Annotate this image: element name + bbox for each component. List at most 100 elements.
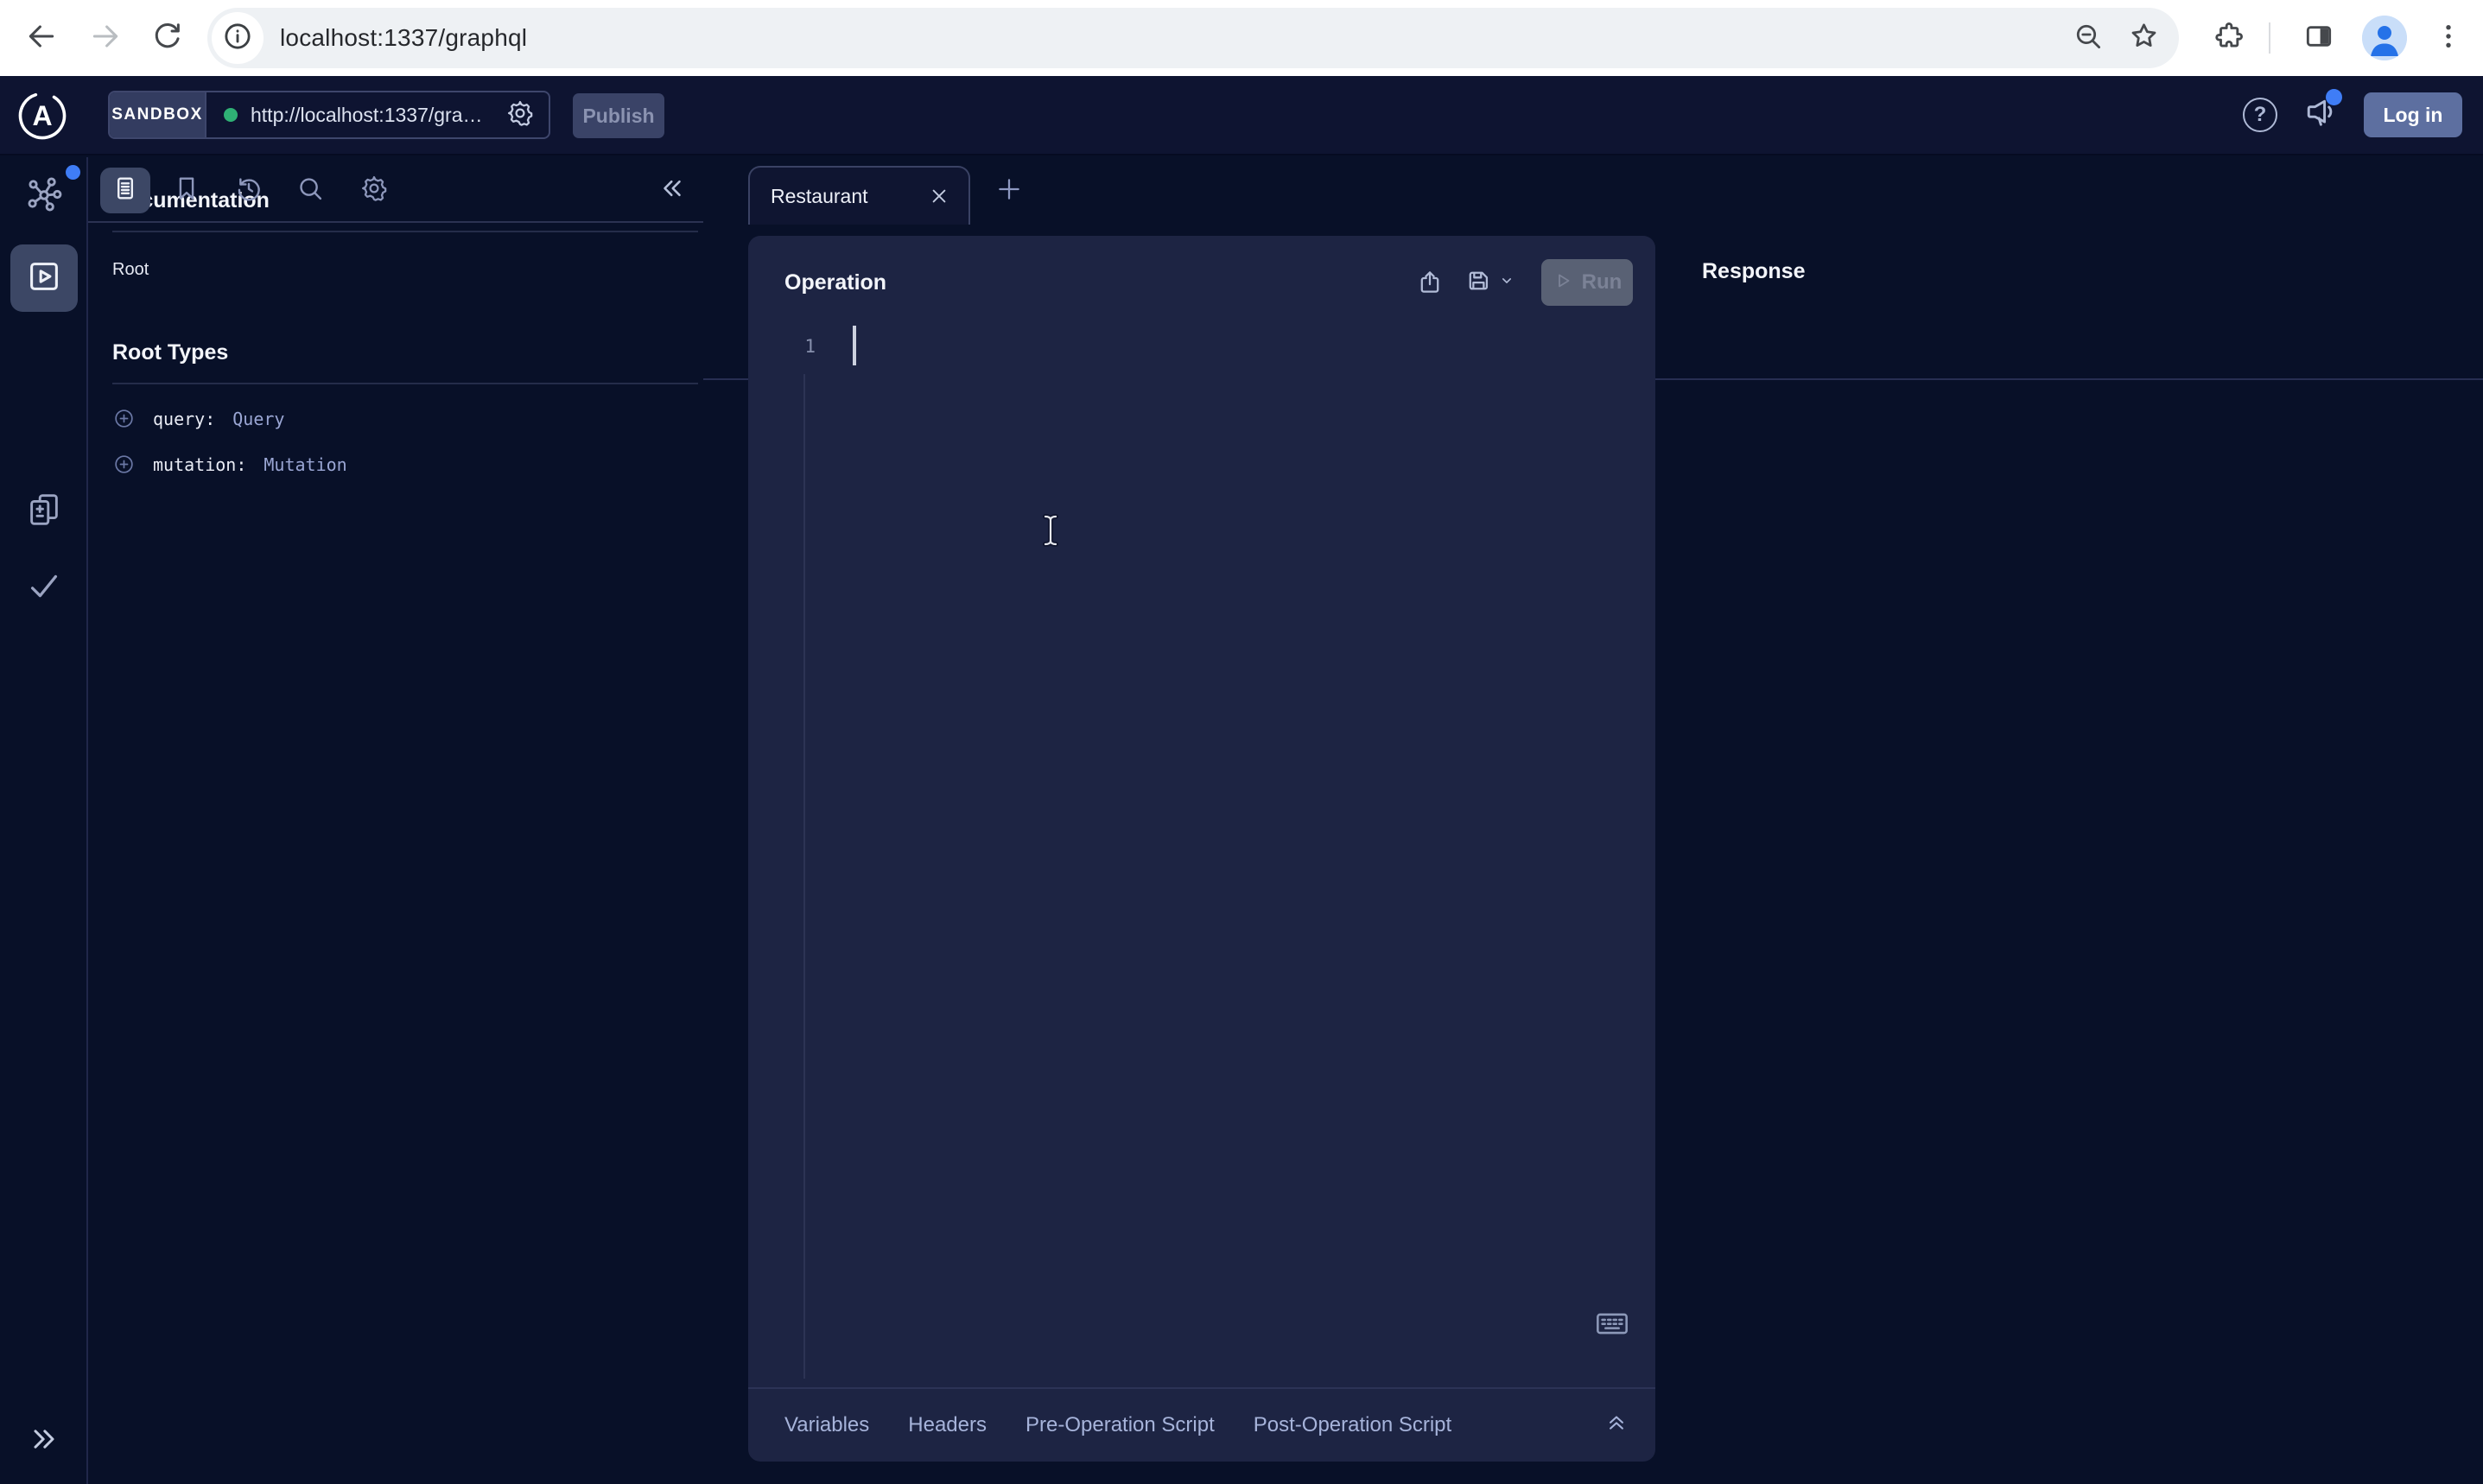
browser-toolbar: localhost:1337/graphql — [0, 0, 2483, 76]
app-screen: localhost:1337/graphql A SANDBOX — [0, 0, 2483, 1484]
share-operation-button[interactable] — [1415, 268, 1445, 297]
page-info-icon — [221, 20, 254, 57]
sandbox-badge: SANDBOX — [110, 92, 206, 137]
endpoint-input[interactable]: http://localhost:1337/gra… — [206, 92, 549, 137]
gear-icon — [505, 98, 535, 132]
apollo-logo[interactable]: A — [17, 91, 67, 141]
side-panel-button[interactable] — [2300, 19, 2338, 57]
line-number: 1 — [748, 327, 816, 365]
field-type-link[interactable]: Mutation — [264, 454, 346, 475]
bookmark-star-icon[interactable] — [2128, 20, 2160, 56]
field-name: mutation: — [153, 454, 246, 475]
docs-toolbar — [88, 157, 703, 223]
checkmark-icon — [24, 566, 64, 610]
save-floppy-icon — [1464, 266, 1493, 300]
run-button[interactable]: Run — [1541, 259, 1633, 306]
side-panel-icon — [2302, 20, 2335, 57]
sidebar-item-checks[interactable] — [0, 554, 88, 621]
sidebar-item-changelog[interactable] — [0, 478, 88, 545]
keyboard-icon — [1594, 1309, 1630, 1342]
expand-mutation-button[interactable] — [112, 453, 136, 476]
tab-restaurant[interactable]: Restaurant — [748, 166, 970, 225]
expand-dock-button[interactable] — [1603, 1411, 1629, 1441]
operation-dock: Variables Headers Pre-Operation Script P… — [748, 1387, 1655, 1462]
extensions-button[interactable] — [2210, 19, 2248, 57]
chevrons-right-icon — [27, 1422, 61, 1461]
save-menu-chevron-icon — [1498, 272, 1515, 294]
chevrons-up-icon — [1603, 1411, 1629, 1441]
divider — [112, 231, 698, 232]
dock-tab-variables[interactable]: Variables — [784, 1413, 869, 1437]
docs-root-item[interactable]: Root — [112, 260, 149, 280]
question-mark-icon: ? — [2254, 103, 2267, 127]
history-clock-icon — [234, 174, 264, 207]
divider — [112, 383, 698, 384]
field-type-link[interactable]: Query — [232, 409, 284, 429]
dock-tab-post-operation-script[interactable]: Post-Operation Script — [1254, 1413, 1451, 1437]
docs-tab-bookmarks[interactable] — [164, 168, 209, 212]
sidebar-item-explorer-active[interactable] — [10, 244, 78, 312]
endpoint-group: SANDBOX http://localhost:1337/gra… — [108, 91, 550, 139]
field-name: query: — [153, 409, 215, 429]
response-title: Response — [1702, 259, 1805, 284]
operation-title: Operation — [784, 270, 886, 295]
expand-query-button[interactable] — [112, 407, 136, 430]
reload-icon — [151, 20, 184, 57]
save-operation-button[interactable] — [1464, 266, 1515, 300]
close-tab-button[interactable] — [927, 184, 951, 208]
text-cursor-pointer — [1038, 513, 1063, 548]
whats-new-button[interactable] — [2302, 94, 2340, 136]
back-icon — [25, 20, 58, 57]
docs-tab-settings[interactable] — [352, 168, 397, 212]
kebab-menu-icon — [2432, 20, 2465, 57]
expand-rail-button[interactable] — [0, 1415, 88, 1467]
help-button[interactable]: ? — [2243, 98, 2277, 132]
profile-avatar[interactable] — [2362, 16, 2407, 60]
page-info-button[interactable] — [212, 12, 264, 64]
operation-editor[interactable]: 1 — [748, 319, 1655, 1387]
search-icon — [295, 174, 325, 207]
extensions-puzzle-icon — [2213, 20, 2245, 57]
browser-back-button[interactable] — [22, 19, 60, 57]
forward-icon — [89, 20, 122, 57]
zoom-out-icon[interactable] — [2072, 20, 2104, 56]
run-play-icon — [1553, 270, 1573, 295]
notification-dot — [2326, 89, 2342, 105]
tab-label: Restaurant — [771, 185, 927, 208]
sidebar-item-schema[interactable] — [0, 162, 88, 230]
docs-tab-search[interactable] — [288, 168, 333, 212]
browser-menu-button[interactable] — [2429, 19, 2467, 57]
keyboard-shortcuts-button[interactable] — [1593, 1310, 1631, 1341]
left-rail — [0, 157, 88, 1484]
publish-button[interactable]: Publish — [573, 93, 664, 138]
explorer-play-icon — [24, 257, 64, 301]
dock-tab-headers[interactable]: Headers — [908, 1413, 987, 1437]
chevrons-left-icon — [657, 174, 687, 207]
text-caret — [853, 326, 856, 365]
collapse-docs-button[interactable] — [650, 168, 695, 212]
avatar-person-icon — [2362, 16, 2407, 60]
toolbar-divider — [2269, 22, 2270, 54]
docs-tab-documentation[interactable] — [100, 168, 150, 213]
connection-status-dot — [224, 108, 238, 122]
schema-graph-icon — [24, 174, 64, 219]
browser-reload-button[interactable] — [149, 19, 187, 57]
schema-notification-dot — [66, 165, 80, 180]
dock-tab-pre-operation-script[interactable]: Pre-Operation Script — [1026, 1413, 1215, 1437]
root-type-row-mutation: mutation: Mutation — [112, 453, 698, 476]
gutter-divider — [803, 374, 805, 1379]
operation-panel: Operation Run 1 Variables — [748, 236, 1655, 1462]
root-type-row-query: query: Query — [112, 407, 698, 430]
bookmark-icon — [172, 174, 201, 207]
address-bar[interactable]: localhost:1337/graphql — [207, 8, 2179, 68]
login-button[interactable]: Log in — [2364, 92, 2462, 137]
changelog-diff-icon — [24, 490, 64, 534]
url-text[interactable]: localhost:1337/graphql — [280, 8, 527, 68]
new-tab-button[interactable] — [992, 174, 1026, 208]
endpoint-url[interactable]: http://localhost:1337/gra… — [251, 104, 492, 127]
root-types-title: Root Types — [112, 340, 698, 365]
browser-forward-button[interactable] — [86, 19, 124, 57]
endpoint-settings-button[interactable] — [505, 98, 535, 132]
docs-tab-history[interactable] — [226, 168, 271, 212]
operation-header: Operation Run — [784, 258, 1633, 307]
